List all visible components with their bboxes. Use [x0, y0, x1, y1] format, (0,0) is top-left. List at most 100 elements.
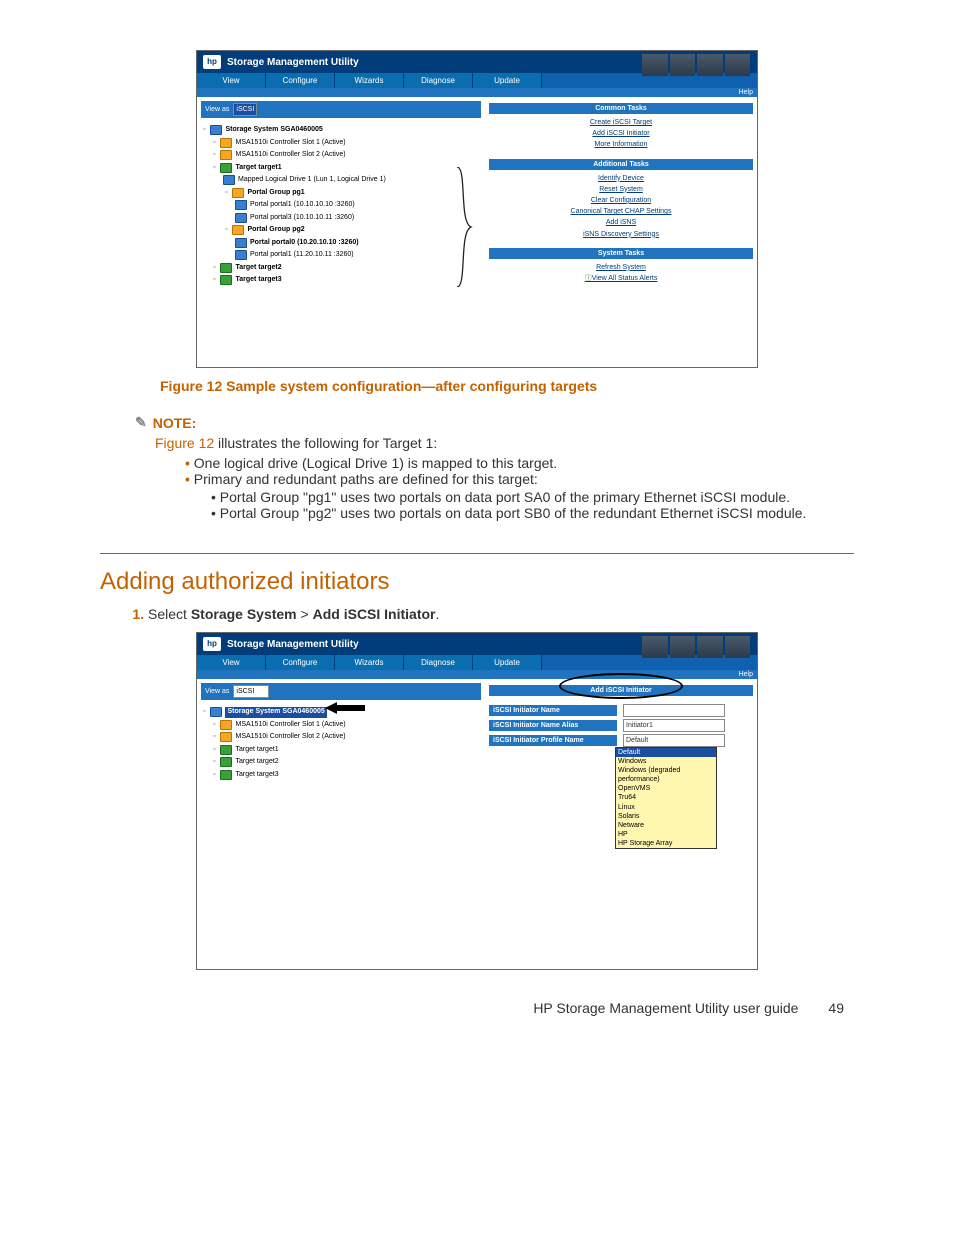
- dropdown-option[interactable]: Solaris: [616, 812, 716, 821]
- tree-controller-1[interactable]: ▫MSA1510i Controller Slot 1 (Active): [201, 137, 481, 150]
- tree-portal[interactable]: Portal portal3 (10.10.10.11 :3260): [201, 212, 481, 225]
- system-tree: ▫Storage System SGA0460005 ▫MSA1510i Con…: [201, 124, 481, 287]
- header-banner-image: [641, 635, 751, 659]
- dropdown-option[interactable]: HP: [616, 830, 716, 839]
- system-tasks-list: Refresh System ⓘView All Status Alerts: [489, 259, 753, 290]
- add-initiator-header: Add iSCSI Initiator: [489, 685, 753, 696]
- figure-12-ref[interactable]: Figure 12: [155, 435, 214, 451]
- footer-doc-title: HP Storage Management Utility user guide: [533, 1000, 798, 1016]
- task-link[interactable]: Reset System: [489, 184, 753, 195]
- tree-mapped-drive[interactable]: Mapped Logical Drive 1 (Lun 1, Logical D…: [201, 174, 481, 187]
- dropdown-option[interactable]: Default: [616, 748, 716, 757]
- menu-configure[interactable]: Configure: [266, 73, 335, 88]
- dropdown-option[interactable]: Windows: [616, 757, 716, 766]
- initiator-name-input[interactable]: [623, 704, 725, 717]
- controller-icon: [220, 138, 232, 148]
- menu-update[interactable]: Update: [473, 655, 542, 670]
- controller-icon: [220, 150, 232, 160]
- dropdown-option[interactable]: HP Storage Array: [616, 839, 716, 848]
- dropdown-option[interactable]: Netware: [616, 821, 716, 830]
- app-titlebar: hp Storage Management Utility: [197, 633, 757, 655]
- view-as-label: View as: [205, 688, 229, 695]
- drive-icon: [223, 175, 235, 185]
- dropdown-option[interactable]: OpenVMS: [616, 784, 716, 793]
- task-link[interactable]: Add iSNS: [489, 217, 753, 228]
- dropdown-option[interactable]: Linux: [616, 803, 716, 812]
- task-link[interactable]: More Information: [489, 139, 753, 150]
- menu-view[interactable]: View: [197, 655, 266, 670]
- profile-select[interactable]: Default: [623, 734, 725, 747]
- system-tasks-header: System Tasks: [489, 248, 753, 259]
- app-titlebar: hp Storage Management Utility: [197, 51, 757, 73]
- section-heading: Adding authorized initiators: [100, 568, 854, 596]
- tree-controller-2[interactable]: ▫MSA1510i Controller Slot 2 (Active): [201, 731, 481, 744]
- menu-diagnose[interactable]: Diagnose: [404, 655, 473, 670]
- menu-configure[interactable]: Configure: [266, 655, 335, 670]
- field-initiator-name-label: iSCSI Initiator Name: [489, 705, 617, 716]
- app-title: Storage Management Utility: [227, 57, 359, 68]
- tree-portal[interactable]: Portal portal1 (11.20.10.11 :3260): [201, 249, 481, 262]
- tree-target-2[interactable]: ▫Target target2: [201, 262, 481, 275]
- tree-storage-system[interactable]: ▫Storage System SGA0460005: [201, 124, 481, 137]
- target-icon: [220, 757, 232, 767]
- bullet-item: Primary and redundant paths are defined …: [185, 471, 854, 521]
- figure-12-screenshot: hp Storage Management Utility View Confi…: [196, 50, 758, 368]
- task-link[interactable]: ⓘView All Status Alerts: [489, 273, 753, 284]
- target-icon: [220, 275, 232, 285]
- section-divider: [100, 553, 854, 554]
- initiator-alias-input[interactable]: Initiator1: [623, 719, 725, 732]
- menu-wizards[interactable]: Wizards: [335, 73, 404, 88]
- portal-icon: [235, 250, 247, 260]
- tree-portal[interactable]: Portal portal1 (10.10.10.10 :3260): [201, 199, 481, 212]
- task-link[interactable]: Refresh System: [489, 262, 753, 273]
- task-link[interactable]: Clear Configuration: [489, 195, 753, 206]
- task-link[interactable]: iSNS Discovery Settings: [489, 229, 753, 240]
- storage-system-icon: [210, 125, 222, 135]
- view-as-label: View as: [205, 106, 229, 113]
- menu-diagnose[interactable]: Diagnose: [404, 73, 473, 88]
- common-tasks-list: Create iSCSI Target Add iSCSI Initiator …: [489, 114, 753, 157]
- task-link[interactable]: Create iSCSI Target: [489, 117, 753, 128]
- target-icon: [220, 263, 232, 273]
- tree-target-3[interactable]: ▫Target target3: [201, 274, 481, 287]
- portal-icon: [235, 213, 247, 223]
- tree-target-2[interactable]: ▫Target target2: [201, 756, 481, 769]
- view-as-select[interactable]: iSCSI: [233, 685, 269, 698]
- note-label: NOTE:: [153, 415, 197, 431]
- profile-dropdown-list[interactable]: Default Windows Windows (degraded perfor…: [615, 747, 717, 849]
- dropdown-option[interactable]: Tru64: [616, 793, 716, 802]
- portal-icon: [235, 238, 247, 248]
- system-tree: ▫Storage System SGA0460005 ▫MSA1510i Con…: [201, 706, 481, 781]
- figure-13-screenshot: hp Storage Management Utility View Confi…: [196, 632, 758, 970]
- menu-update[interactable]: Update: [473, 73, 542, 88]
- help-link[interactable]: Help: [197, 670, 757, 679]
- additional-tasks-header: Additional Tasks: [489, 159, 753, 170]
- controller-icon: [220, 720, 232, 730]
- view-as-bar: View as iSCSI: [201, 101, 481, 118]
- tree-target-1[interactable]: ▫Target target1: [201, 744, 481, 757]
- bullet-item: Portal Group "pg1" uses two portals on d…: [211, 489, 854, 505]
- field-initiator-alias-label: iSCSI Initiator Name Alias: [489, 720, 617, 731]
- task-link[interactable]: Add iSCSI Initiator: [489, 128, 753, 139]
- menu-wizards[interactable]: Wizards: [335, 655, 404, 670]
- tree-controller-1[interactable]: ▫MSA1510i Controller Slot 1 (Active): [201, 719, 481, 732]
- task-link[interactable]: Identify Device: [489, 173, 753, 184]
- task-link[interactable]: Canonical Target CHAP Settings: [489, 206, 753, 217]
- tree-target-3[interactable]: ▫Target target3: [201, 769, 481, 782]
- dropdown-option[interactable]: Windows (degraded performance): [616, 766, 716, 784]
- step-item: Select Storage System > Add iSCSI Initia…: [148, 606, 854, 622]
- bullet-item: One logical drive (Logical Drive 1) is m…: [185, 455, 854, 471]
- tree-portal-group-1[interactable]: ▫Portal Group pg1: [201, 187, 481, 200]
- tree-target-1[interactable]: ▫Target target1: [201, 162, 481, 175]
- view-as-bar: View as iSCSI: [201, 683, 481, 700]
- tree-controller-2[interactable]: ▫MSA1510i Controller Slot 2 (Active): [201, 149, 481, 162]
- target-icon: [220, 770, 232, 780]
- view-as-select[interactable]: iSCSI: [233, 103, 257, 116]
- tree-portal[interactable]: Portal portal0 (10.20.10.10 :3260): [201, 237, 481, 250]
- additional-tasks-list: Identify Device Reset System Clear Confi…: [489, 170, 753, 246]
- note-intro-text: illustrates the following for Target 1:: [214, 435, 437, 451]
- tree-portal-group-2[interactable]: ▫Portal Group pg2: [201, 224, 481, 237]
- tree-storage-system[interactable]: ▫Storage System SGA0460005: [201, 706, 481, 719]
- menu-view[interactable]: View: [197, 73, 266, 88]
- help-link[interactable]: Help: [197, 88, 757, 97]
